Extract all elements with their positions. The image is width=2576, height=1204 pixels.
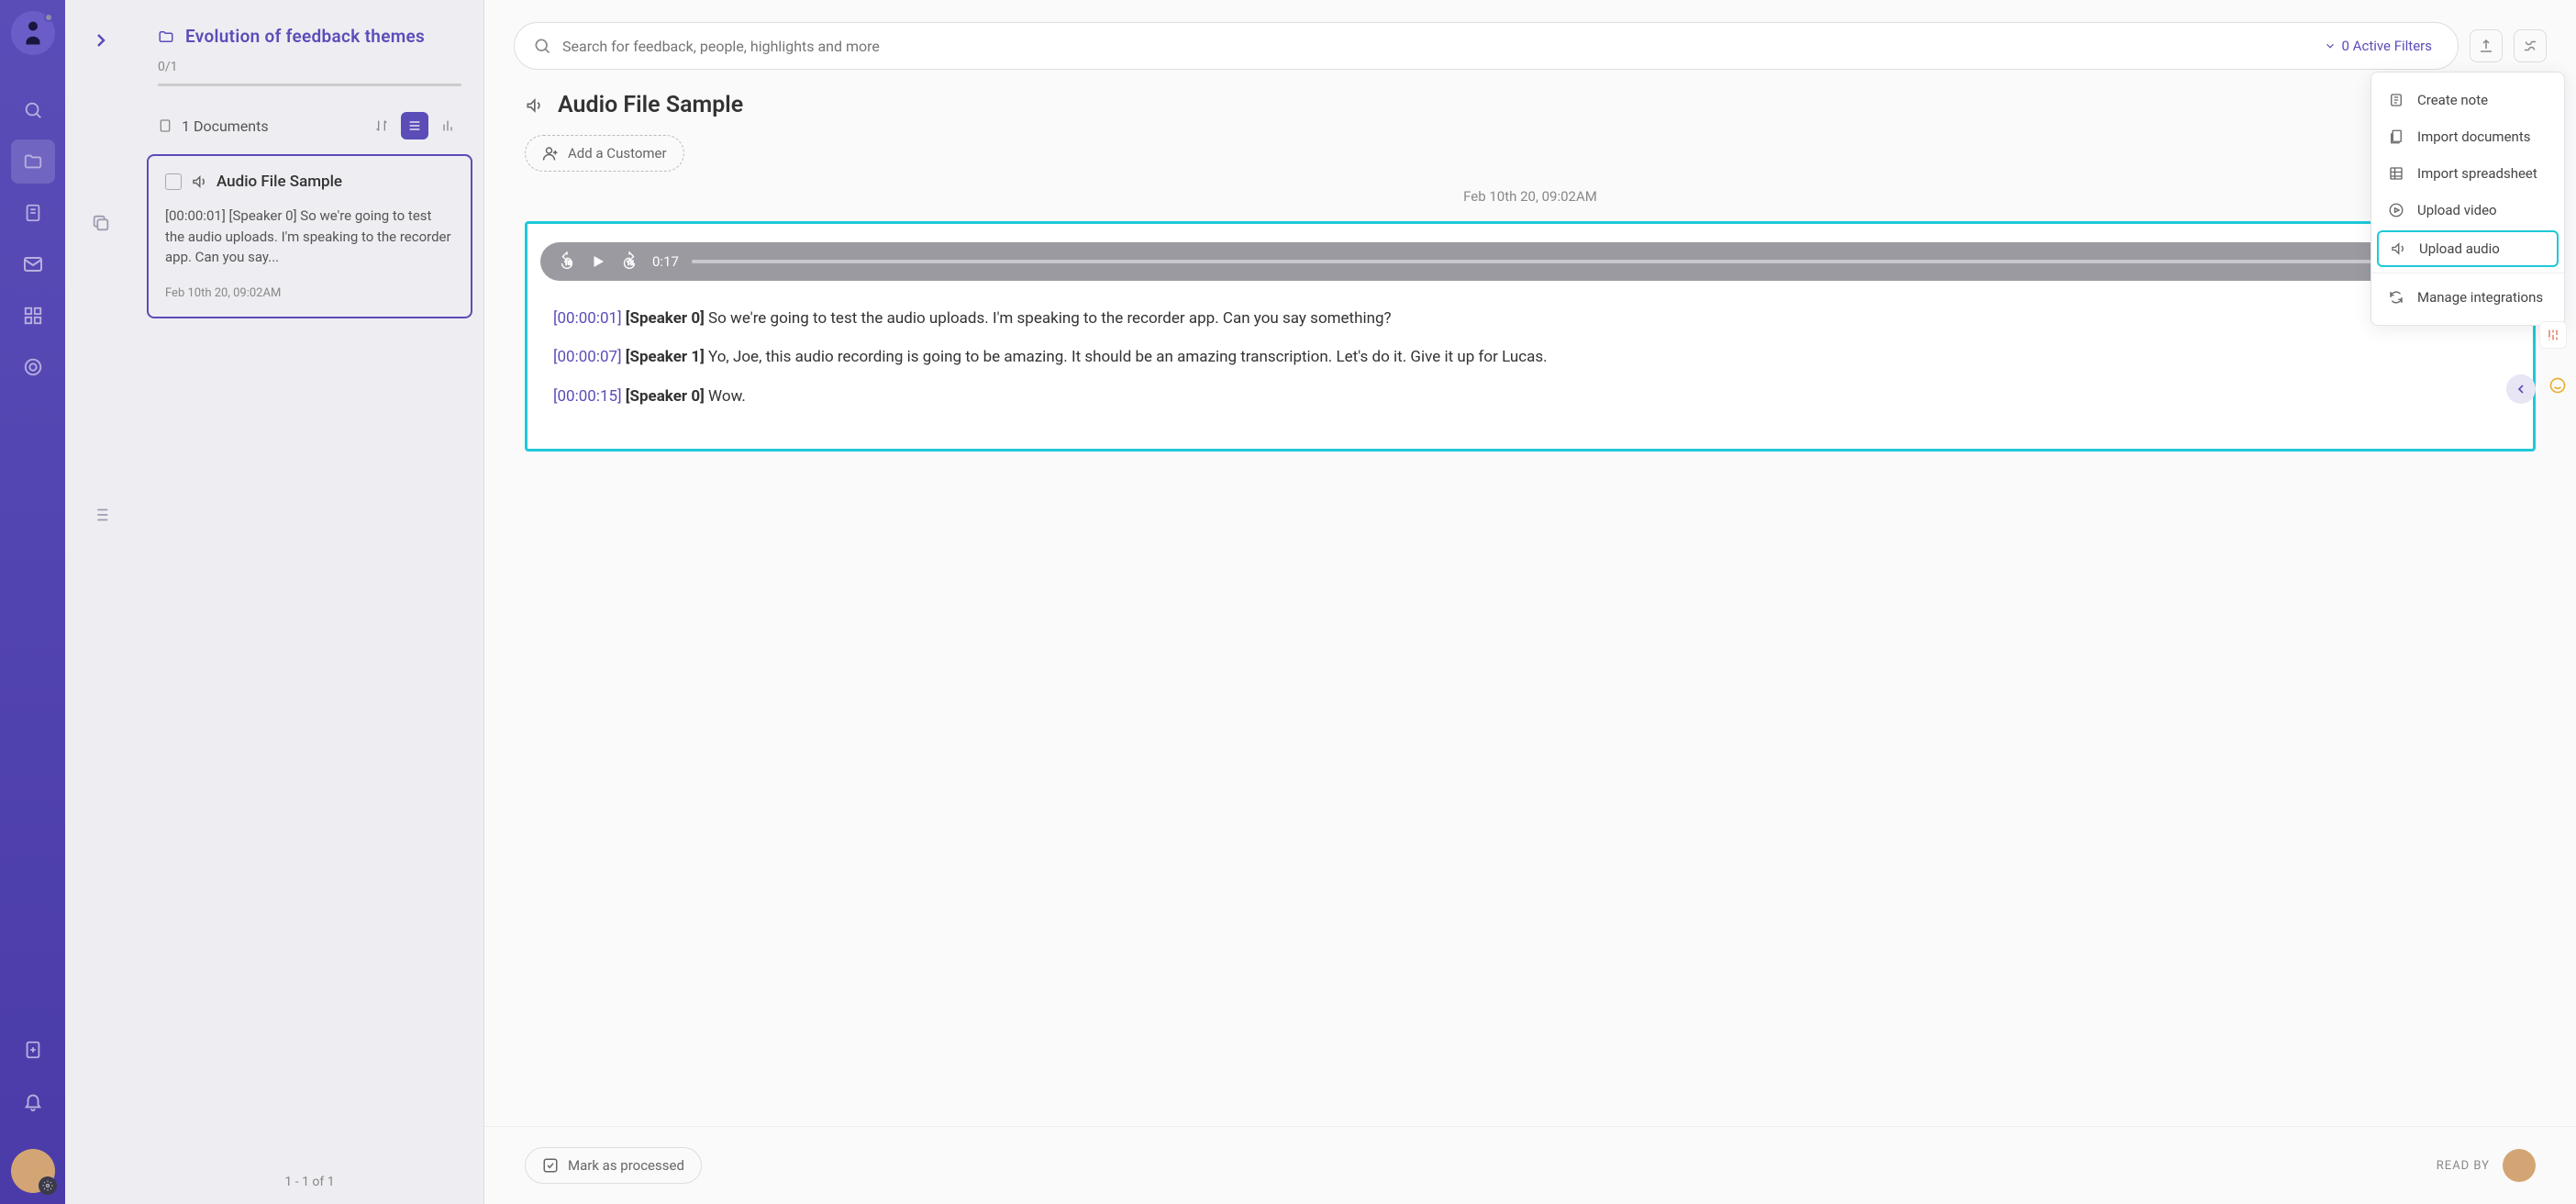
search-box[interactable]: 0 Active Filters	[514, 22, 2459, 70]
menu-item-sync[interactable]: Manage integrations	[2371, 279, 2564, 316]
mark-processed-button[interactable]: Mark as processed	[525, 1147, 702, 1184]
add-user-icon	[542, 145, 559, 162]
transcript-text: Wow.	[708, 387, 746, 406]
document-sidebar: Evolution of feedback themes 0/1 1 Docum…	[136, 0, 484, 1204]
menu-item-audio[interactable]: Upload audio	[2377, 230, 2559, 267]
forward-15-button[interactable]: 15	[619, 251, 639, 272]
timestamp[interactable]: [00:00:15]	[553, 387, 622, 406]
search-icon	[533, 37, 551, 55]
document-title: Audio File Sample	[558, 92, 743, 118]
transcript-line[interactable]: [00:00:15] [Speaker 0] Wow.	[553, 385, 2507, 408]
emoji-button[interactable]	[2548, 376, 2567, 395]
settings-button[interactable]	[2514, 29, 2547, 62]
docs-icon	[2388, 128, 2404, 145]
current-time: 0:17	[652, 253, 679, 270]
sync-icon	[2388, 289, 2404, 306]
doc-card-preview: [00:00:01] [Speaker 0] So we're going to…	[165, 206, 454, 268]
list-view-button[interactable]	[401, 112, 428, 139]
speaker-label: [Speaker 0]	[626, 387, 705, 406]
nav-apps[interactable]	[11, 294, 55, 338]
transcript-line[interactable]: [00:00:01] [Speaker 0] So we're going to…	[553, 307, 2507, 330]
play-button[interactable]	[590, 253, 606, 270]
svg-text:15: 15	[564, 260, 572, 267]
user-avatar[interactable]	[11, 1149, 55, 1193]
copy-icon[interactable]	[91, 213, 111, 233]
pagination-label: 1 - 1 of 1	[136, 1160, 483, 1204]
main-panel: 0 Active Filters Audio File Sample Ec Ad…	[484, 0, 2576, 1204]
active-filters-pill[interactable]: 0 Active Filters	[2316, 34, 2439, 58]
transcript-text: So we're going to test the audio uploads…	[708, 309, 1392, 328]
left-nav-rail	[0, 0, 65, 1204]
nav-folder[interactable]	[11, 139, 55, 184]
chevron-down-icon	[2324, 39, 2337, 52]
adjust-icon[interactable]	[2539, 321, 2567, 349]
video-icon	[2388, 202, 2404, 218]
speaker-label: [Speaker 1]	[626, 348, 705, 366]
sort-button[interactable]	[368, 112, 395, 139]
audio-icon	[191, 173, 207, 190]
upload-menu: Create noteImport documentsImport spread…	[2371, 72, 2565, 326]
reader-avatar[interactable]	[2503, 1149, 2536, 1182]
seek-track[interactable]	[692, 260, 2398, 263]
doc-checkbox[interactable]	[165, 173, 182, 190]
check-icon	[542, 1157, 559, 1174]
menu-item-docs[interactable]: Import documents	[2371, 118, 2564, 155]
nav-notifications[interactable]	[11, 1079, 55, 1123]
read-by-label: READ BY	[2437, 1159, 2490, 1173]
doc-card-date: Feb 10th 20, 09:02AM	[165, 286, 454, 300]
doc-card-title: Audio File Sample	[217, 173, 342, 191]
app-logo[interactable]	[11, 11, 55, 55]
timestamp[interactable]: [00:00:07]	[553, 348, 622, 366]
note-icon	[2388, 92, 2404, 108]
folder-title[interactable]: Evolution of feedback themes	[185, 26, 425, 47]
nav-add-doc[interactable]	[11, 1028, 55, 1072]
presence-dot	[44, 13, 53, 22]
folder-icon	[158, 28, 174, 45]
nav-document[interactable]	[11, 191, 55, 235]
expand-sidebar-icon[interactable]	[90, 29, 112, 51]
audio-player: 15 15 0:17 -0:00	[540, 242, 2520, 281]
transcript-text: Yo, Joe, this audio recording is going t…	[708, 348, 1548, 366]
speaker-label: [Speaker 0]	[626, 309, 705, 328]
transcript-line[interactable]: [00:00:07] [Speaker 1] Yo, Joe, this aud…	[553, 345, 2507, 369]
documents-count-label: 1 Documents	[182, 117, 269, 135]
documents-icon	[158, 118, 172, 133]
folder-progress	[158, 84, 461, 86]
sheet-icon	[2388, 165, 2404, 182]
audio-icon	[2390, 240, 2406, 257]
nav-inbox[interactable]	[11, 242, 55, 286]
chart-view-button[interactable]	[434, 112, 461, 139]
menu-item-video[interactable]: Upload video	[2371, 192, 2564, 229]
menu-item-sheet[interactable]: Import spreadsheet	[2371, 155, 2564, 192]
folder-count: 0/1	[158, 60, 461, 74]
upload-button[interactable]	[2470, 29, 2503, 62]
rewind-15-button[interactable]: 15	[557, 251, 577, 272]
timestamp[interactable]: [00:00:01]	[553, 309, 622, 328]
add-customer-button[interactable]: Add a Customer	[525, 135, 684, 172]
nav-target[interactable]	[11, 345, 55, 389]
search-input[interactable]	[562, 38, 2305, 55]
transcript-box: 15 15 0:17 -0:00 [	[525, 221, 2536, 452]
document-card[interactable]: Audio File Sample [00:00:01] [Speaker 0]…	[147, 154, 472, 318]
settings-gear-icon[interactable]	[39, 1176, 57, 1195]
back-button[interactable]	[2506, 374, 2536, 404]
menu-item-note[interactable]: Create note	[2371, 82, 2564, 118]
svg-text:15: 15	[627, 260, 634, 267]
audio-icon	[525, 96, 543, 115]
expand-column	[65, 0, 136, 1204]
document-timestamp: Feb 10th 20, 09:02AM	[525, 188, 2536, 205]
list-icon[interactable]	[91, 505, 111, 525]
transcript-body: [00:00:01] [Speaker 0] So we're going to…	[527, 307, 2533, 449]
nav-search[interactable]	[11, 88, 55, 132]
